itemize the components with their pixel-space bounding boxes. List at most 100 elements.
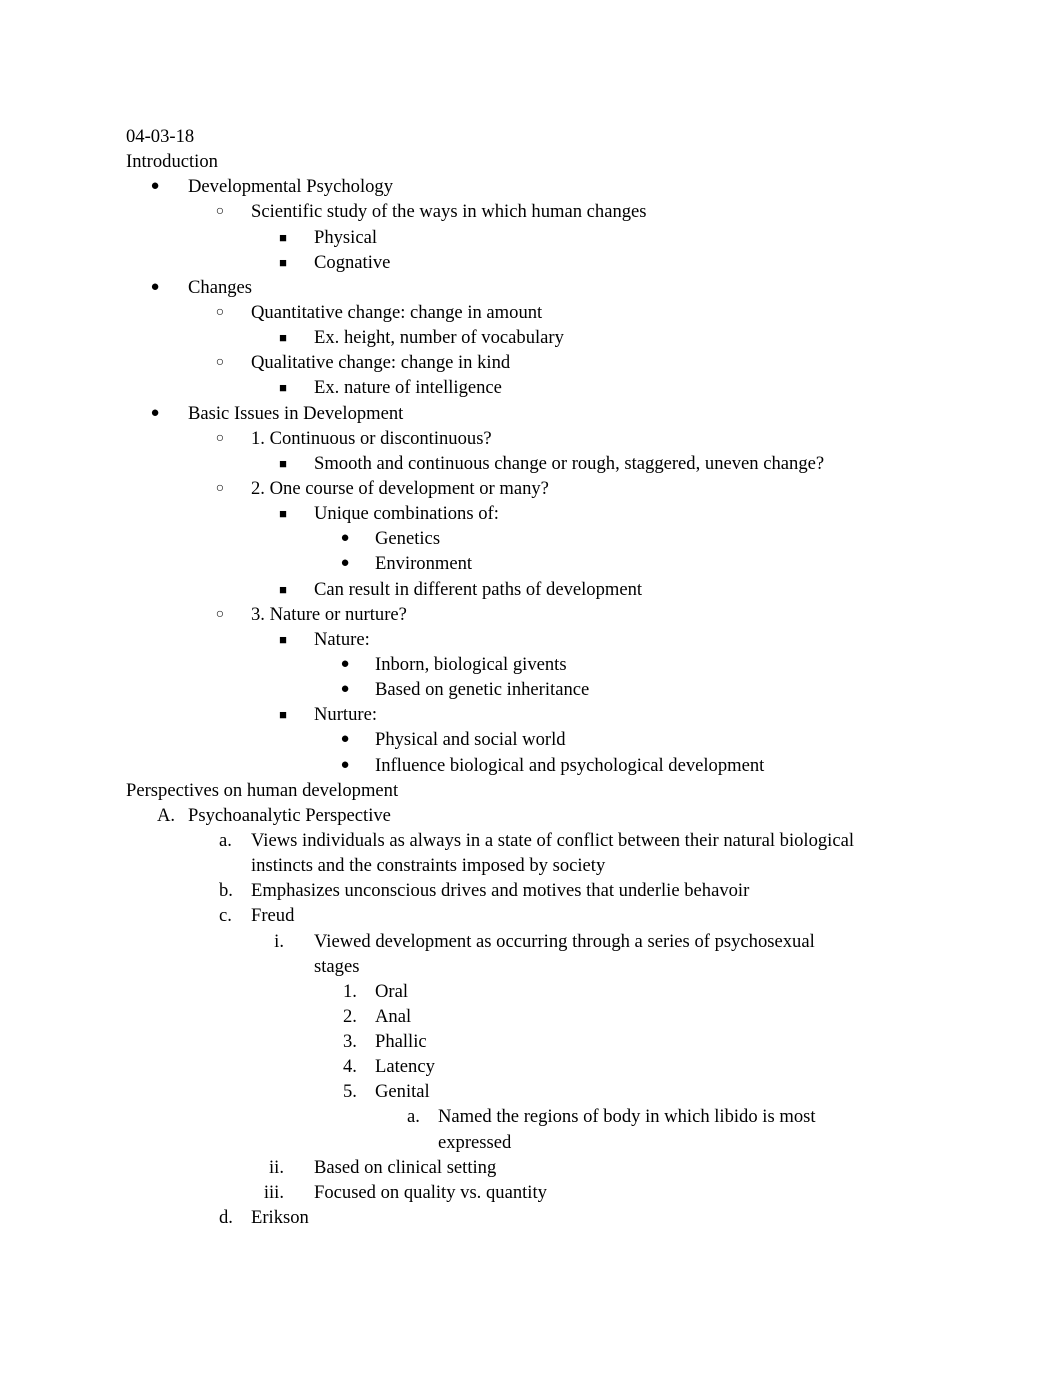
- outline-item: A. Psychoanalytic Perspective: [0, 803, 1062, 828]
- list-marker: 3.: [343, 1031, 357, 1053]
- outline-item: 4. Latency: [0, 1054, 1062, 1079]
- outline-item: iii. Focused on quality vs. quantity: [0, 1180, 1062, 1205]
- outline-item: ○ Qualitative change: change in kind: [0, 350, 1062, 375]
- filled-bullet-icon: ●: [340, 655, 350, 672]
- outline-item-text: Developmental Psychology: [188, 176, 394, 198]
- outline-item: ● Influence biological and psychological …: [0, 753, 1062, 778]
- outline-item: ii. Based on clinical setting: [0, 1155, 1062, 1180]
- outline-item-text: 3. Nature or nurture?: [251, 603, 407, 625]
- outline-item: i. Viewed development as occurring throug…: [0, 929, 1062, 954]
- outline-item-text: Smooth and continuous change or rough, s…: [314, 452, 825, 474]
- list-marker: b.: [219, 880, 233, 902]
- outline-item: 3. Phallic: [0, 1029, 1062, 1054]
- outline-item: ■ Unique combinations of:: [0, 501, 1062, 526]
- outline-item-text: Physical: [314, 226, 378, 248]
- filled-bullet-icon: ●: [340, 731, 350, 748]
- section-heading-text: Introduction: [126, 151, 218, 173]
- outline-item-text: Freud: [251, 905, 295, 927]
- outline-item-text: Based on genetic inheritance: [375, 679, 590, 701]
- outline-item: ● Basic Issues in Development: [0, 401, 1062, 426]
- outline-item-text: Environment: [375, 553, 473, 575]
- list-marker: d.: [219, 1207, 233, 1229]
- list-marker: 4.: [343, 1056, 357, 1078]
- outline-item-text: Erikson: [251, 1207, 309, 1229]
- outline-item-text: Focused on quality vs. quantity: [314, 1181, 547, 1203]
- outline-item-text: Can result in different paths of develop…: [314, 578, 643, 600]
- hollow-bullet-icon: ○: [215, 430, 225, 446]
- square-bullet-icon: ■: [279, 330, 287, 346]
- outline-item: ■ Cognative: [0, 250, 1062, 275]
- outline-item: ● Changes: [0, 275, 1062, 300]
- outline-item-text: Views individuals as always in a state o…: [251, 829, 854, 851]
- square-bullet-icon: ■: [279, 581, 287, 597]
- outline-item-text: Genetics: [375, 528, 441, 550]
- outline-item: ○ 3. Nature or nurture?: [0, 602, 1062, 627]
- square-bullet-icon: ■: [279, 380, 287, 396]
- outline-item-text: Nurture:: [314, 704, 377, 726]
- outline-item-text: Ex. height, number of vocabulary: [314, 327, 564, 349]
- outline-item: 2. Anal: [0, 1004, 1062, 1029]
- outline-item-text: Influence biological and psychological d…: [375, 754, 765, 776]
- outline-item-text: Unique combinations of:: [314, 503, 499, 525]
- sections-container: Introduction ● Developmental Psychology ○ Sc…: [0, 149, 1062, 1230]
- outline-item: ● Environment: [0, 551, 1062, 576]
- outline-item: ■ Ex. height, number of vocabulary: [0, 325, 1062, 350]
- document-body: 04-03-18 Introduction ● Developmental Psyc…: [0, 124, 1062, 1230]
- outline-item-text: Basic Issues in Development: [188, 402, 404, 424]
- filled-bullet-icon: ●: [150, 178, 160, 195]
- square-bullet-icon: ■: [279, 229, 287, 245]
- outline-item: instincts and the constraints imposed by…: [0, 853, 1062, 878]
- date-line: 04-03-18: [0, 124, 1062, 149]
- square-bullet-icon: ■: [279, 631, 287, 647]
- filled-bullet-icon: ●: [340, 756, 350, 773]
- outline-item-text: Emphasizes unconscious drives and motive…: [251, 880, 750, 902]
- hollow-bullet-icon: ○: [215, 606, 225, 622]
- outline-item-text: Based on clinical setting: [314, 1156, 497, 1178]
- outline-item: ● Inborn, biological givents: [0, 652, 1062, 677]
- filled-bullet-icon: ●: [340, 681, 350, 698]
- hollow-bullet-icon: ○: [215, 204, 225, 220]
- filled-bullet-icon: ●: [340, 555, 350, 572]
- outline-item-text: Latency: [375, 1056, 435, 1078]
- list-marker: 5.: [343, 1081, 357, 1103]
- list-marker: A.: [157, 804, 176, 826]
- hollow-bullet-icon: ○: [215, 304, 225, 320]
- outline-item: ■ Nurture:: [0, 702, 1062, 727]
- list-marker: iii.: [263, 1181, 284, 1203]
- outline-item: ■ Ex. nature of intelligence: [0, 375, 1062, 400]
- square-bullet-icon: ■: [279, 254, 287, 270]
- filled-bullet-icon: ●: [150, 404, 160, 421]
- outline-item: ● Physical and social world: [0, 727, 1062, 752]
- outline-item: ● Genetics: [0, 526, 1062, 551]
- outline-item-text: Physical and social world: [375, 729, 566, 751]
- outline-item: a. Views individuals as always in a state…: [0, 828, 1062, 853]
- outline-item-text: Phallic: [375, 1031, 427, 1053]
- square-bullet-icon: ■: [279, 455, 287, 471]
- outline-item: ● Based on genetic inheritance: [0, 677, 1062, 702]
- outline-item: stages: [0, 954, 1062, 979]
- list-marker: 1.: [343, 980, 357, 1002]
- outline-item-text: Scientific study of the ways in which hu…: [251, 201, 647, 223]
- outline-item: ○ Quantitative change: change in amount: [0, 300, 1062, 325]
- outline-item-text: Ex. nature of intelligence: [314, 377, 502, 399]
- section-heading: Perspectives on human development: [0, 778, 1062, 803]
- outline-item-text: 1. Continuous or discontinuous?: [251, 427, 492, 449]
- outline-item: ■ Smooth and continuous change or rough, …: [0, 451, 1062, 476]
- outline-item-text: Viewed development as occurring through …: [314, 930, 815, 952]
- filled-bullet-icon: ●: [340, 530, 350, 547]
- outline-item-text: stages: [314, 955, 360, 977]
- outline-item: ■ Can result in different paths of develo…: [0, 577, 1062, 602]
- outline-item: ○ Scientific study of the ways in which h…: [0, 199, 1062, 224]
- outline-item: ■ Nature:: [0, 627, 1062, 652]
- hollow-bullet-icon: ○: [215, 355, 225, 371]
- outline-item-text: 2. One course of development or many?: [251, 477, 549, 499]
- outline-item: c. Freud: [0, 903, 1062, 928]
- list-marker: c.: [219, 905, 232, 927]
- outline-item-text: Genital: [375, 1081, 430, 1103]
- outline-item-text: Psychoanalytic Perspective: [188, 804, 391, 826]
- section-heading: Introduction: [0, 149, 1062, 174]
- section-heading-text: Perspectives on human development: [126, 779, 399, 801]
- outline-item-text: Oral: [375, 980, 409, 1002]
- list-marker: ii.: [269, 1156, 284, 1178]
- list-marker: 2.: [343, 1005, 357, 1027]
